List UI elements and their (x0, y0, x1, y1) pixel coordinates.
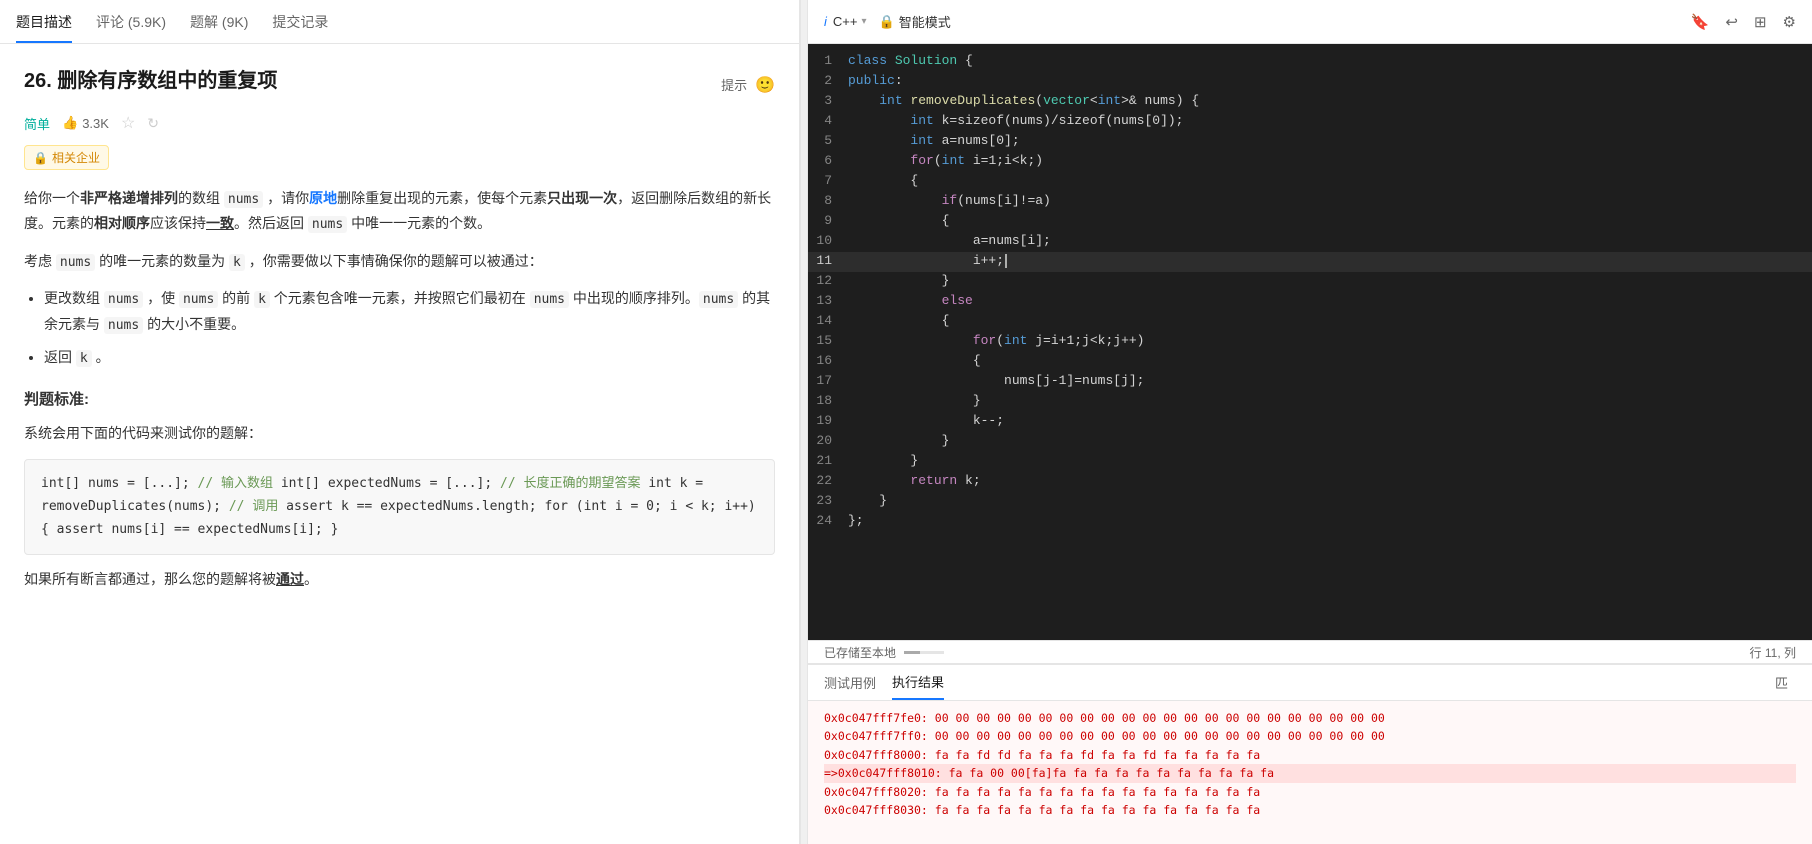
bottom-right-btn[interactable]: 匹 (1767, 673, 1796, 692)
left-panel: 题目描述 评论 (5.9K) 题解 (9K) 提交记录 26. 删除有序数组中的… (0, 0, 800, 844)
code-line-13: 13 else (808, 292, 1812, 312)
smart-mode-toggle[interactable]: 🔒 智能模式 (879, 12, 951, 31)
code-line-17: 17 nums[j-1]=nums[j]; (808, 372, 1812, 392)
bottom-tab-testcase[interactable]: 测试用例 (824, 665, 876, 700)
code-line-9: 9 { (808, 212, 1812, 232)
execution-output: 0x0c047fff7fe0: 00 00 00 00 00 00 00 00 … (808, 701, 1812, 844)
hex-line-3: =>0x0c047fff8010: fa fa 00 00[fa]fa fa f… (824, 764, 1796, 782)
code-line-7: 7 { (808, 172, 1812, 192)
smart-mode-lock-icon: 🔒 (879, 14, 895, 30)
hex-line-0: 0x0c047fff7fe0: 00 00 00 00 00 00 00 00 … (824, 709, 1796, 727)
company-tag[interactable]: 🔒 相关企业 (24, 145, 109, 170)
meta-row: 简单 👍 3.3K ☆ ↻ (24, 113, 775, 133)
bottom-tab-result[interactable]: 执行结果 (892, 665, 944, 700)
code-line-15: 15 for(int j=i+1;j<k;j++) (808, 332, 1812, 352)
code-line-1: 1 class Solution { (808, 52, 1812, 72)
hex-line-4: 0x0c047fff8020: fa fa fa fa fa fa fa fa … (824, 783, 1796, 801)
code-line-6: 6 for(int i=1;i<k;) (808, 152, 1812, 172)
like-icon: 👍 (62, 115, 78, 131)
judge-code-block: int[] nums = [...]; // 输入数组 int[] expect… (24, 459, 775, 555)
save-status: 已存储至本地 (824, 644, 896, 661)
emoji-reaction[interactable]: 🙂 (755, 75, 775, 95)
judge-desc: 系统会用下面的代码来测试你的题解： (24, 421, 775, 446)
code-line-2: 2 public: (808, 72, 1812, 92)
judge-title: 判题标准: (24, 386, 775, 413)
code-line-20: 20 } (808, 432, 1812, 452)
like-number: 3.3K (82, 116, 109, 131)
smart-mode-label: 智能模式 (899, 12, 951, 31)
code-line-5: 5 int a=nums[0]; (808, 132, 1812, 152)
bottom-tabs: 测试用例 执行结果 匹 (808, 665, 1812, 701)
code-line-8: 8 if(nums[i]!=a) (808, 192, 1812, 212)
hex-line-1: 0x0c047fff7ff0: 00 00 00 00 00 00 00 00 … (824, 727, 1796, 745)
split-icon[interactable]: ⊞ (1754, 13, 1767, 31)
problem-tabs: 题目描述 评论 (5.9K) 题解 (9K) 提交记录 (0, 0, 799, 44)
code-line-18: 18 } (808, 392, 1812, 412)
editor-status-bar: 已存储至本地 行 11, 列 (808, 640, 1812, 664)
editor-actions: 🔖 ↩ ⊞ ⚙ (1691, 13, 1796, 31)
problem-area: 26. 删除有序数组中的重复项 提示 🙂 简单 👍 3.3K ☆ ↻ 🔒 (0, 44, 799, 844)
right-panel: i C++ ▾ 🔒 智能模式 🔖 ↩ ⊞ ⚙ 1 class Solution … (808, 0, 1812, 844)
code-line-21: 21 } (808, 452, 1812, 472)
code-line-24: 24 }; (808, 512, 1812, 532)
like-count[interactable]: 👍 3.3K (62, 115, 109, 131)
code-line-4: 4 int k=sizeof(nums)/sizeof(nums[0]); (808, 112, 1812, 132)
panel-divider[interactable] (800, 0, 808, 844)
hex-line-2: 0x0c047fff8000: fa fa fd fd fa fa fa fd … (824, 746, 1796, 764)
code-line-3: 3 int removeDuplicates(vector<int>& nums… (808, 92, 1812, 112)
lock-tag-icon: 🔒 (33, 151, 48, 165)
code-line-22: 22 return k; (808, 472, 1812, 492)
tab-comments[interactable]: 评论 (5.9K) (96, 0, 166, 43)
difficulty-label: 简单 (24, 114, 50, 133)
code-line-16: 16 { (808, 352, 1812, 372)
code-line-14: 14 { (808, 312, 1812, 332)
company-tag-label: 相关企业 (52, 149, 100, 166)
refresh-icon[interactable]: ↻ (147, 115, 159, 132)
hint-button[interactable]: 提示 (721, 75, 747, 94)
settings-icon[interactable]: ⚙ (1783, 13, 1796, 31)
code-line-23: 23 } (808, 492, 1812, 512)
bottom-panel: 测试用例 执行结果 匹 0x0c047fff7fe0: 00 00 00 00 … (808, 664, 1812, 844)
tab-submissions[interactable]: 提交记录 (272, 0, 328, 43)
language-selector[interactable]: i C++ ▾ (824, 14, 867, 29)
tab-description[interactable]: 题目描述 (16, 0, 72, 43)
star-icon[interactable]: ☆ (121, 113, 135, 133)
code-line-12: 12 } (808, 272, 1812, 292)
tab-solutions[interactable]: 题解 (9K) (190, 0, 248, 43)
cursor-position: 行 11, 列 (1750, 644, 1796, 661)
problem-description: 给你一个非严格递增排列的数组 nums ，请你原地删除重复出现的元素，使每个元素… (24, 186, 775, 592)
code-line-11: 11 i++; (808, 252, 1812, 272)
code-editor[interactable]: 1 class Solution { 2 public: 3 int remov… (808, 44, 1812, 640)
lang-chevron-icon: ▾ (861, 16, 866, 27)
code-line-19: 19 k--; (808, 412, 1812, 432)
problem-title: 26. 删除有序数组中的重复项 (24, 64, 277, 93)
code-line-10: 10 a=nums[i]; (808, 232, 1812, 252)
editor-header: i C++ ▾ 🔒 智能模式 🔖 ↩ ⊞ ⚙ (808, 0, 1812, 44)
bookmark-icon[interactable]: 🔖 (1691, 13, 1710, 31)
undo-icon[interactable]: ↩ (1725, 13, 1738, 31)
hex-line-5: 0x0c047fff8030: fa fa fa fa fa fa fa fa … (824, 801, 1796, 819)
